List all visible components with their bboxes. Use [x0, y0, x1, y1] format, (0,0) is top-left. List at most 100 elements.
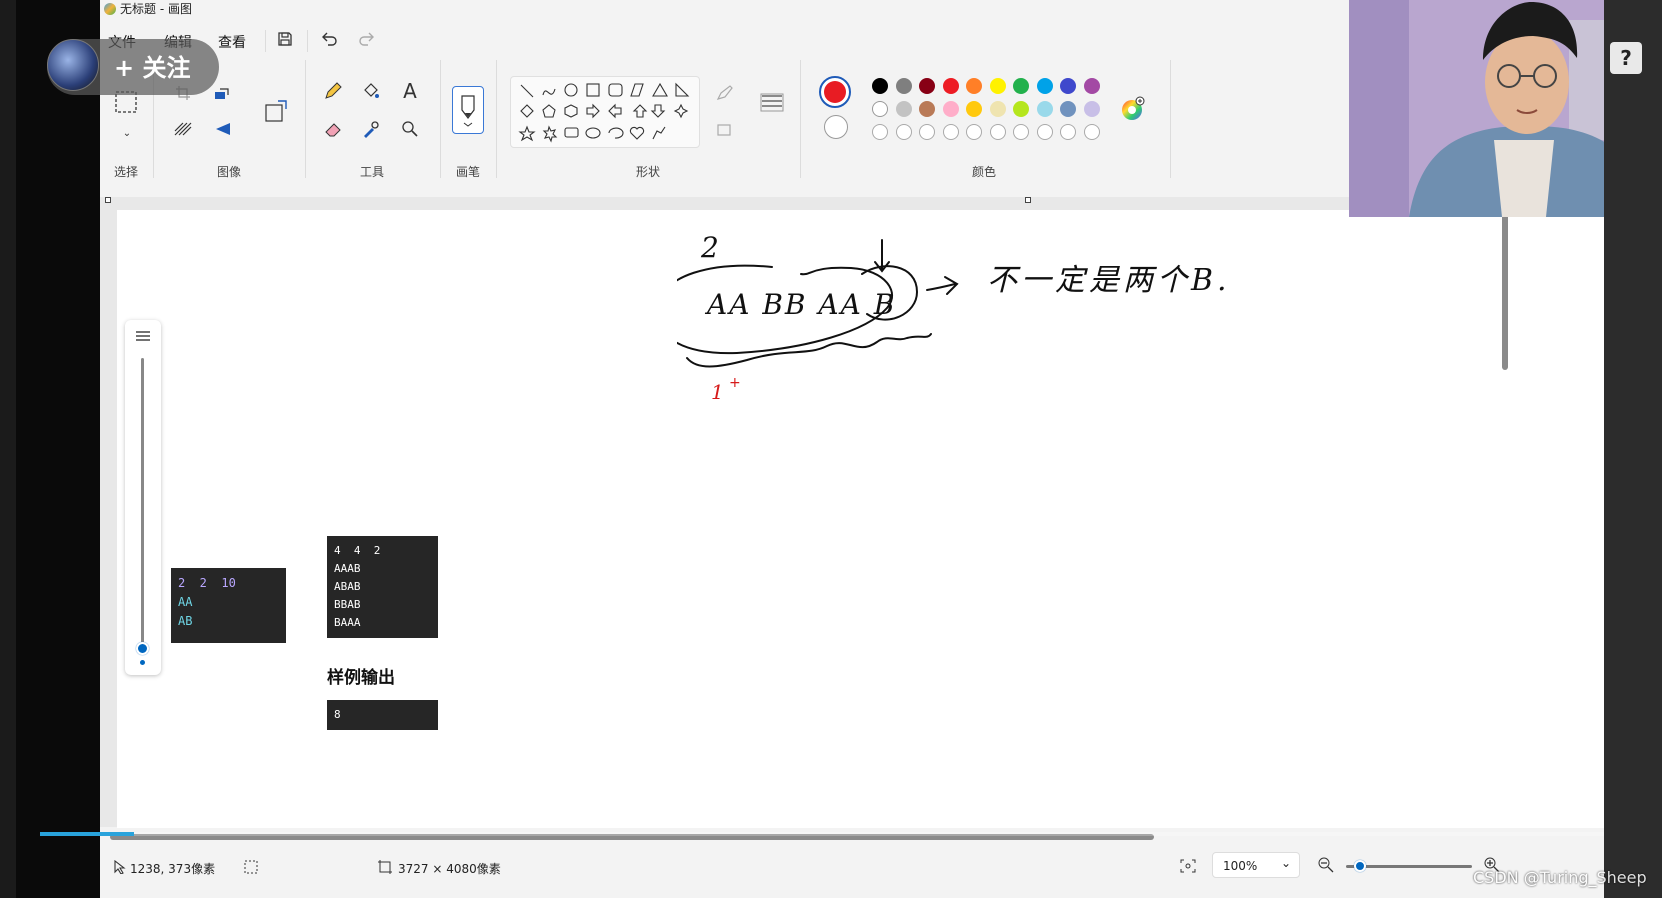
group-label-shapes: 形状: [635, 165, 660, 179]
text-tool-icon[interactable]: A: [397, 78, 423, 104]
vertical-scrollbar-thumb[interactable]: [1502, 210, 1508, 370]
color-picker-icon[interactable]: [358, 116, 384, 142]
custom-color-slot[interactable]: [1013, 124, 1029, 140]
secondary-color-button[interactable]: [824, 115, 848, 139]
palette-swatch[interactable]: [1083, 78, 1100, 94]
player-left-bar: [0, 0, 16, 898]
palette-swatch[interactable]: [966, 78, 982, 94]
palette-swatch[interactable]: [989, 78, 1006, 94]
palette-swatch[interactable]: [1060, 78, 1076, 94]
eraser-icon[interactable]: [320, 116, 346, 142]
palette-swatch[interactable]: [1036, 78, 1053, 94]
canvas-resize-handle[interactable]: [1025, 197, 1031, 203]
image-resize-icon[interactable]: [263, 98, 289, 124]
palette-swatch[interactable]: [942, 101, 959, 117]
playback-progress-bar[interactable]: [40, 832, 1604, 836]
shape-fill-icon[interactable]: [712, 116, 738, 142]
palette-swatch[interactable]: [895, 101, 912, 117]
palette-swatch[interactable]: [1060, 101, 1076, 117]
custom-color-slot[interactable]: [966, 124, 982, 140]
crop-pattern-icon[interactable]: [170, 116, 196, 142]
custom-color-slot[interactable]: [1060, 124, 1076, 140]
paint-app-icon: [104, 3, 116, 15]
handwritten-number-bottom: 1: [711, 380, 724, 404]
fill-bucket-icon[interactable]: [358, 78, 384, 104]
custom-color-slot[interactable]: [895, 124, 912, 140]
palette-swatch[interactable]: [1013, 101, 1029, 117]
undo-icon[interactable]: [316, 26, 342, 52]
help-button[interactable]: ?: [1610, 42, 1642, 74]
palette-swatch[interactable]: [1083, 101, 1100, 117]
handwritten-strings: AA BB AA B: [707, 288, 897, 321]
custom-color-slot[interactable]: [872, 124, 888, 140]
custom-color-slot[interactable]: [919, 124, 935, 140]
group-label-colors: 颜色: [971, 165, 996, 179]
palette-swatch[interactable]: [872, 78, 888, 94]
brush-button[interactable]: [452, 86, 484, 134]
ribbon-toolbar: ⌄ 选择 图像 A 工具 画笔 形状 颜色: [100, 60, 1250, 190]
primary-color-button[interactable]: [819, 76, 851, 108]
code-line: AAAB: [334, 562, 361, 575]
code-line: ABAB: [334, 580, 361, 593]
selection-size-icon: [244, 860, 258, 877]
stroke-size-icon[interactable]: [758, 90, 786, 116]
avatar[interactable]: [47, 39, 99, 91]
crosshair-cursor-icon: +: [729, 375, 741, 391]
webcam-overlay: [1349, 0, 1604, 217]
code-line: AB: [178, 614, 193, 628]
brush-size-panel: [125, 320, 161, 675]
canvas-area: 2 2 10 AA AB 4 4 2 AAAB ABAB BBAB BAAA 样…: [100, 197, 1604, 828]
palette-swatch[interactable]: [942, 78, 959, 94]
resize-icon[interactable]: [210, 80, 236, 106]
brush-size-thumb[interactable]: [136, 642, 149, 655]
code-line: BBAB: [334, 598, 361, 611]
palette-swatch[interactable]: [1013, 78, 1029, 94]
menu-view[interactable]: 查看: [218, 32, 246, 52]
fit-to-window-icon[interactable]: [1180, 859, 1196, 876]
status-bar: 1238, 373像素 3727 × 4080像素 100% ⌄: [100, 848, 1604, 898]
brush-size-dot: [140, 660, 145, 665]
palette-swatch[interactable]: [919, 78, 935, 94]
palette-swatch[interactable]: [919, 101, 935, 117]
select-dropdown-icon[interactable]: ⌄: [114, 120, 140, 146]
code-block-sample-2: 4 4 2 AAAB ABAB BBAB BAAA: [327, 536, 438, 638]
playback-progress-fill: [40, 832, 134, 836]
code-line: 2 2 10: [178, 576, 236, 590]
magnifier-icon[interactable]: [397, 116, 423, 142]
code-block-output: 8: [327, 700, 438, 730]
primary-color-swatch: [824, 81, 846, 103]
follow-label: + 关注: [114, 54, 191, 82]
pointer-icon: [114, 859, 126, 877]
custom-color-slot[interactable]: [989, 124, 1006, 140]
redo-icon[interactable]: [354, 26, 380, 52]
drawing-canvas[interactable]: 2 2 10 AA AB 4 4 2 AAAB ABAB BBAB BAAA 样…: [117, 210, 1604, 828]
palette-swatch[interactable]: [1036, 101, 1053, 117]
save-icon[interactable]: [272, 26, 298, 52]
window-title: 无标题 - 画图: [120, 2, 192, 16]
rotate-icon[interactable]: [210, 116, 236, 142]
canvas-resize-handle[interactable]: [105, 197, 111, 203]
custom-color-slot[interactable]: [1083, 124, 1100, 140]
pencil-icon[interactable]: [320, 78, 346, 104]
ribbon-divider: [800, 60, 801, 178]
palette-swatch[interactable]: [895, 78, 912, 94]
code-line: BAAA: [334, 616, 361, 629]
zoom-value: 100%: [1223, 859, 1258, 873]
palette-swatch[interactable]: [966, 101, 982, 117]
palette-swatch[interactable]: [872, 101, 888, 117]
shapes-gallery[interactable]: [510, 76, 700, 148]
brush-size-icon: [135, 330, 151, 345]
group-label-tools: 工具: [359, 165, 384, 179]
zoom-out-icon[interactable]: [1318, 857, 1334, 876]
edit-colors-icon[interactable]: [1120, 96, 1146, 122]
watermark: CSDN @Turing_Sheep: [1473, 868, 1647, 887]
brush-size-track[interactable]: [141, 358, 144, 648]
handwritten-note: 不一定是两个B.: [987, 263, 1231, 298]
zoom-select[interactable]: 100% ⌄: [1212, 852, 1300, 878]
custom-color-slot[interactable]: [942, 124, 959, 140]
custom-color-slot[interactable]: [1036, 124, 1053, 140]
palette-swatch[interactable]: [989, 101, 1006, 117]
ribbon-divider: [496, 60, 497, 178]
shape-outline-icon[interactable]: [712, 80, 738, 106]
zoom-slider-thumb[interactable]: [1354, 860, 1366, 872]
